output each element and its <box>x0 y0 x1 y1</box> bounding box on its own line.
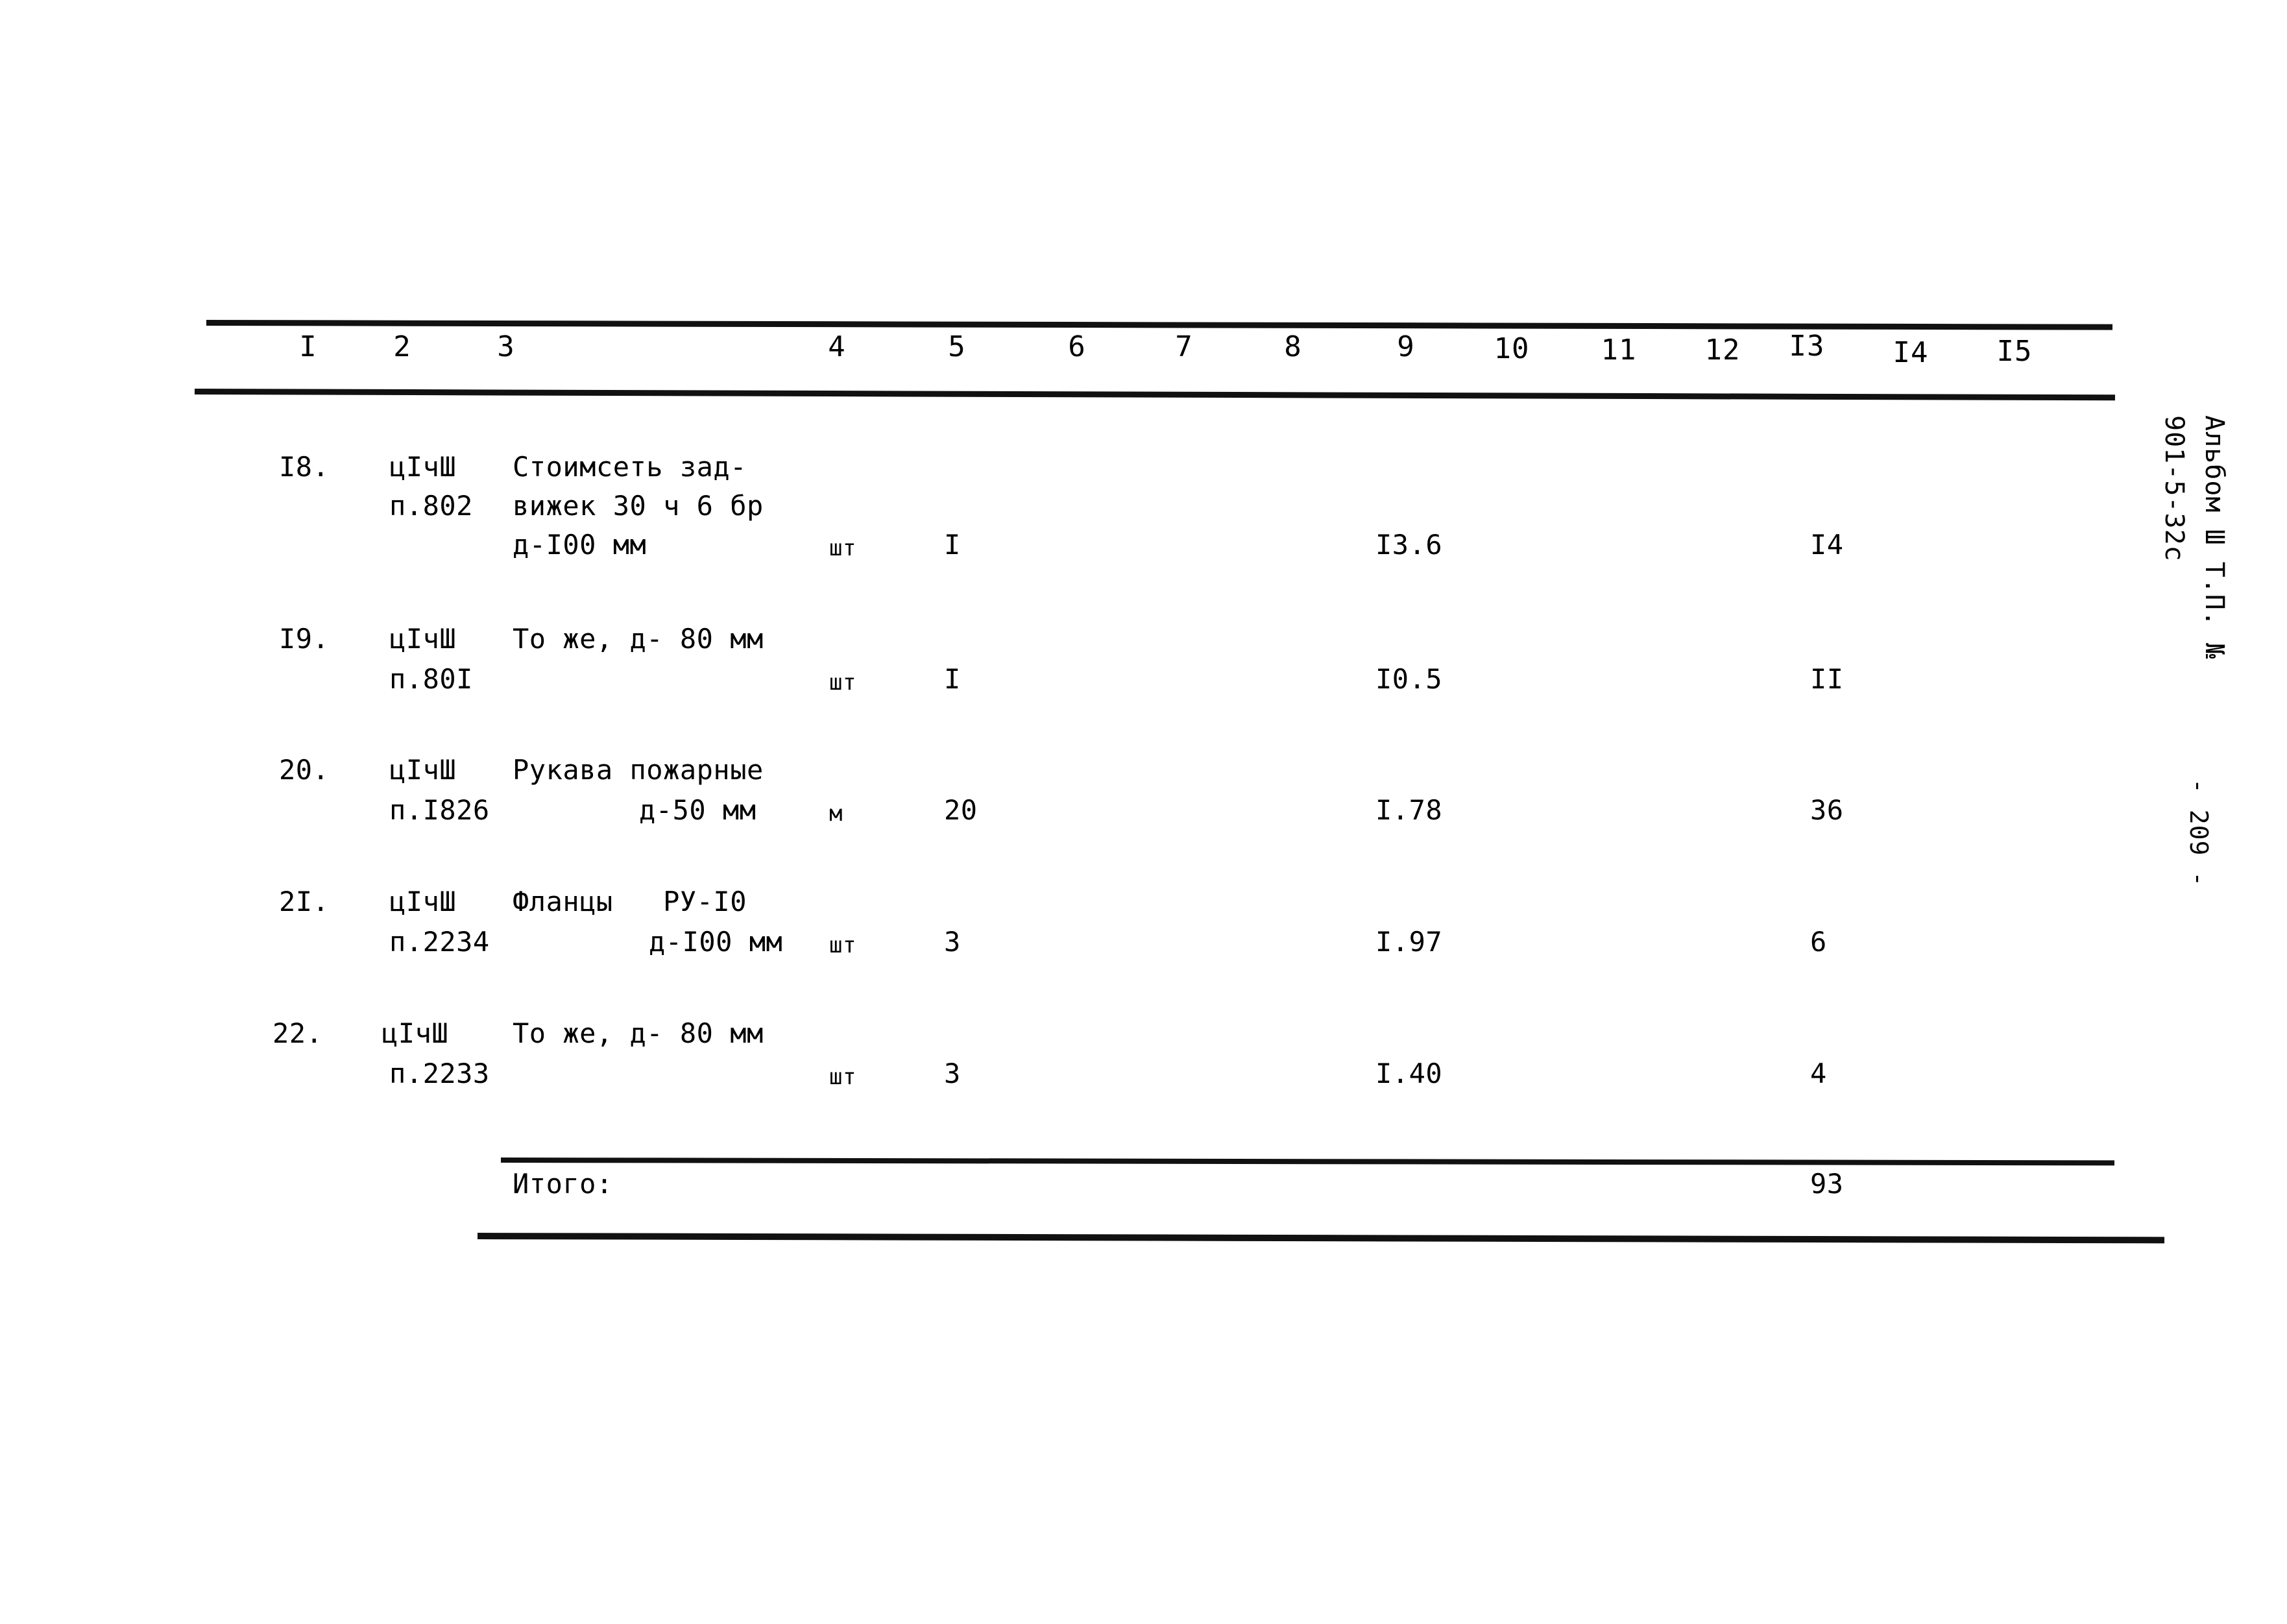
row-number: 20. <box>279 754 330 786</box>
row-number: 22. <box>272 1017 323 1049</box>
column-header-10: 10 <box>1494 332 1530 365</box>
row-number: I9. <box>279 623 330 655</box>
column-header-3: 3 <box>497 330 515 363</box>
row-unit: шт <box>829 670 856 696</box>
row-reference-2: п.I826 <box>389 794 490 826</box>
column-header-7: 7 <box>1175 330 1193 363</box>
column-header-14: I4 <box>1893 336 1929 369</box>
row-description: Рукава пожарные <box>513 754 764 786</box>
row-quantity: 3 <box>944 926 961 958</box>
table-top-rule <box>206 320 2113 330</box>
column-header-15: I5 <box>1996 335 2033 368</box>
column-header-12: 12 <box>1704 333 1741 367</box>
row-quantity: 20 <box>944 794 978 826</box>
document-page: I 2 3 4 5 6 7 8 9 10 11 12 I3 I4 I5 I8. … <box>0 0 2287 1624</box>
row-description: Стоимсеть зад- <box>513 451 747 483</box>
total-value: 93 <box>1810 1168 1844 1200</box>
column-header-4: 4 <box>828 330 846 363</box>
row-reference: цIчШ <box>381 1017 449 1049</box>
table-header-rule <box>194 389 2115 401</box>
column-header-2: 2 <box>393 330 411 363</box>
row-reference-2: п.80I <box>389 663 473 695</box>
column-header-8: 8 <box>1284 330 1302 363</box>
column-header-6: 6 <box>1068 330 1086 363</box>
column-header-9: 9 <box>1397 330 1415 363</box>
row-sum: 6 <box>1810 926 1827 958</box>
album-reference-line2: 901-5-32с <box>2159 415 2189 562</box>
row-quantity: 3 <box>944 1058 961 1089</box>
row-reference-2: п.2234 <box>389 926 490 958</box>
row-description: То же, д- 80 мм <box>513 1017 764 1049</box>
row-sum: II <box>1810 663 1844 695</box>
row-unit: м <box>829 801 843 827</box>
row-price: I3.6 <box>1375 529 1443 561</box>
row-unit: шт <box>829 535 856 561</box>
album-reference-line1: Альбом Ш Т.П. № <box>2199 415 2229 660</box>
row-number: I8. <box>279 451 330 483</box>
row-description-2: вижек 30 ч 6 бр <box>513 490 764 522</box>
row-number: 2I. <box>279 886 330 917</box>
totals-separator-rule <box>500 1157 2115 1166</box>
table-bottom-rule <box>477 1233 2165 1244</box>
row-price: I.78 <box>1375 794 1443 826</box>
row-description-2: д-50 мм <box>639 794 756 826</box>
row-unit: шт <box>829 1064 856 1090</box>
row-sum: I4 <box>1810 529 1844 561</box>
page-marker: - 209 - <box>2184 779 2213 888</box>
row-sum: 4 <box>1810 1058 1827 1089</box>
row-quantity: I <box>944 663 961 695</box>
total-label: Итого: <box>513 1168 613 1200</box>
column-header-13: I3 <box>1789 330 1825 363</box>
row-description: Фланцы РУ-I0 <box>513 886 747 917</box>
row-reference-2: п.2233 <box>389 1058 490 1089</box>
row-description-2: д-I00 мм <box>649 926 783 958</box>
column-header-5: 5 <box>948 330 966 363</box>
column-header-1: I <box>299 330 317 363</box>
row-description-3: д-I00 мм <box>513 529 647 561</box>
row-price: I.40 <box>1375 1058 1443 1089</box>
row-unit: шт <box>829 932 856 958</box>
row-quantity: I <box>944 529 961 561</box>
row-description: То же, д- 80 мм <box>513 623 764 655</box>
row-price: I.97 <box>1375 926 1443 958</box>
row-sum: 36 <box>1810 794 1844 826</box>
column-header-11: 11 <box>1601 333 1637 367</box>
row-price: I0.5 <box>1375 663 1443 695</box>
margin-notes: Альбом Ш Т.П. № 901-5-32с - 209 - <box>2074 415 2242 934</box>
